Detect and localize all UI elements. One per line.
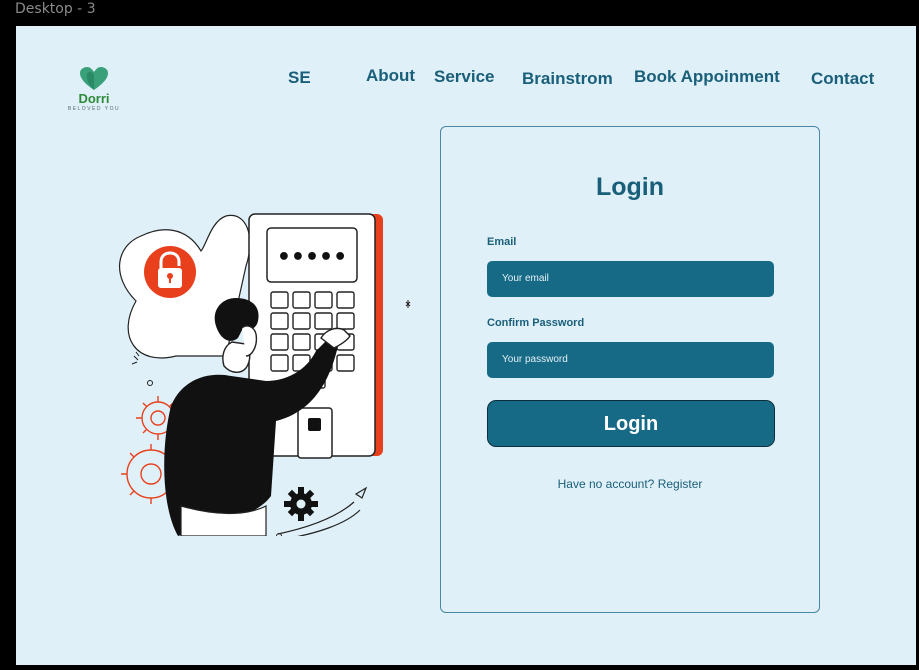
nav-contact[interactable]: Contact <box>811 69 874 93</box>
register-prompt: Have no account? Register <box>441 477 819 491</box>
nav-service[interactable]: Service <box>434 67 495 91</box>
logo[interactable]: Dorri BELOVED YOU <box>64 66 124 126</box>
security-illustration: ••••• <box>119 213 411 536</box>
email-field[interactable] <box>487 261 774 297</box>
register-prompt-text: Have no account? <box>557 477 655 491</box>
nav-book-appointment[interactable]: Book Appoinment <box>634 67 780 91</box>
password-label: Confirm Password <box>487 317 585 329</box>
login-title: Login <box>595 173 665 201</box>
login-button[interactable]: Login <box>487 400 775 447</box>
frame-label: Desktop - 3 <box>15 1 96 17</box>
email-label: Email <box>487 236 517 248</box>
nav-se[interactable]: SE <box>288 68 311 92</box>
nav-about[interactable]: About <box>366 66 415 90</box>
logo-tagline: BELOVED YOU <box>67 106 121 112</box>
password-field[interactable] <box>487 342 774 378</box>
register-link[interactable]: Register <box>658 477 703 491</box>
heart-icon <box>80 67 108 90</box>
nav-brainstrom[interactable]: Brainstrom <box>522 69 613 93</box>
logo-brand: Dorri <box>78 91 110 106</box>
page-canvas: Dorri BELOVED YOU SE About Service Brain… <box>16 26 916 665</box>
keypad-display: ••••• <box>277 245 347 270</box>
login-card: Login Email Confirm Password Login Have … <box>440 126 820 613</box>
